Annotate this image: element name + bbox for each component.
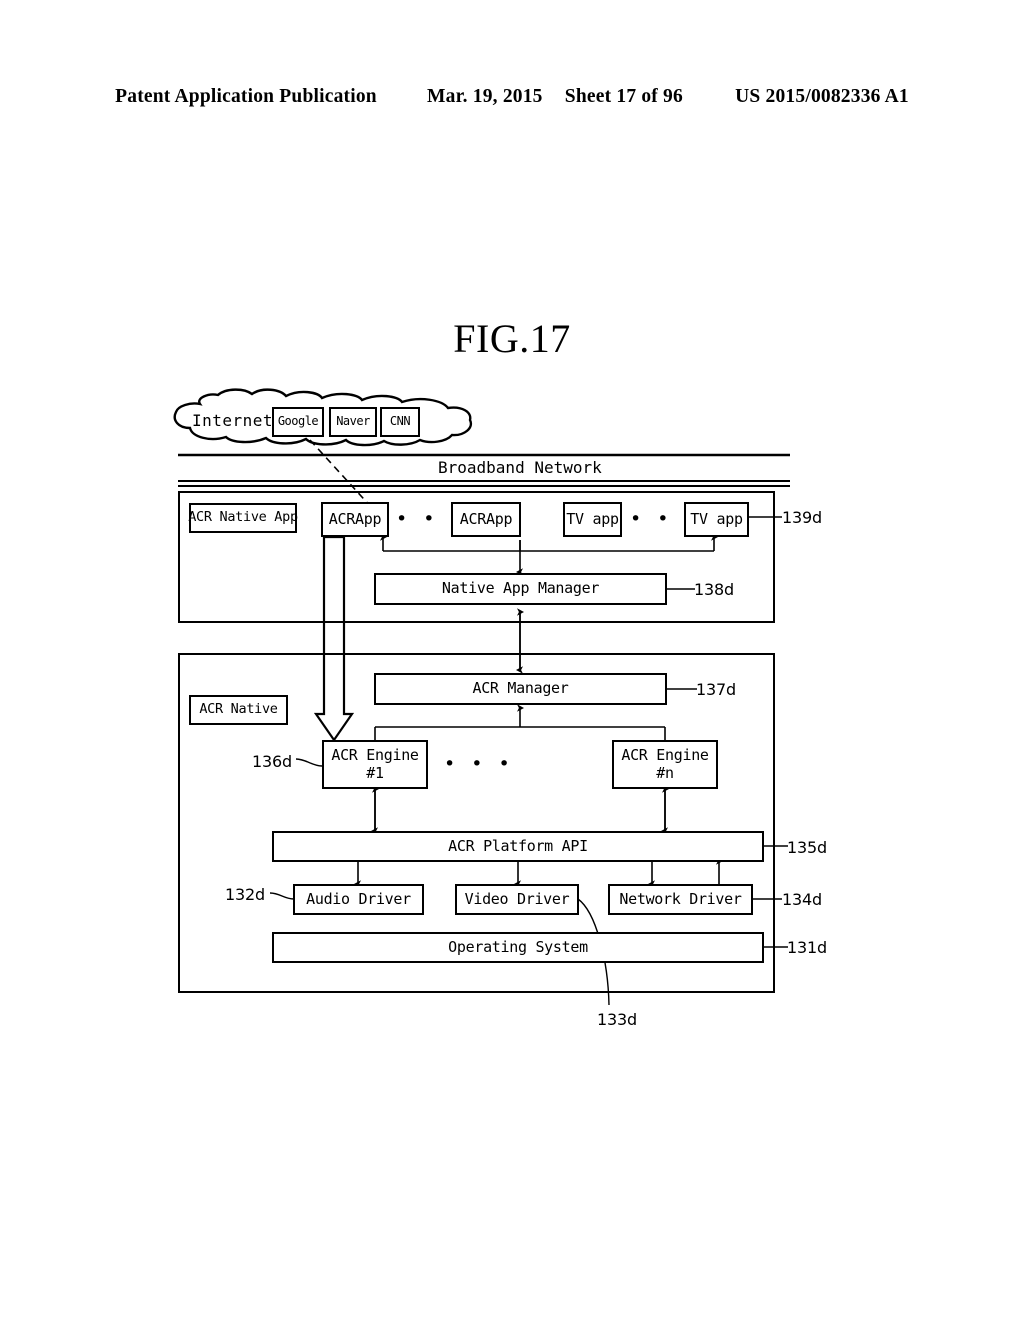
service-box-cnn[interactable]: CNN [380,407,420,437]
acr-manager-box[interactable]: ACR Manager [374,673,667,705]
operating-system-box[interactable]: Operating System [272,932,764,963]
service-box-google[interactable]: Google [272,407,324,437]
ref-135d: 135d [787,838,827,857]
acr-native-app-box[interactable]: ACR Native App [188,503,298,533]
ref-134d: 134d [782,890,822,909]
network-driver-box[interactable]: Network Driver [608,884,753,915]
internet-label: Internet [192,411,274,430]
acrapp-box-n[interactable]: ACRApp [451,502,521,537]
broadband-network-label: Broadband Network [438,458,602,477]
acrapp-box-1[interactable]: ACRApp [321,502,389,537]
ref-139d: 139d [782,508,822,527]
service-box-naver[interactable]: Naver [329,407,377,437]
video-driver-box[interactable]: Video Driver [455,884,579,915]
acr-engine-1-box[interactable]: ACR Engine #1 [322,740,428,789]
acr-platform-api-box[interactable]: ACR Platform API [272,831,764,862]
engine-ellipsis: • • • [444,753,515,775]
ref-138d: 138d [694,580,734,599]
ref-136d: 136d [252,752,292,771]
ref-137d: 137d [696,680,736,699]
acr-engine-n-box[interactable]: ACR Engine #n [612,740,718,789]
native-app-manager-box[interactable]: Native App Manager [374,573,667,605]
ref-133d: 133d [597,1010,637,1029]
acr-native-box[interactable]: ACR Native [189,695,288,725]
tvapp-box-n[interactable]: TV app [684,502,749,537]
audio-driver-box[interactable]: Audio Driver [293,884,424,915]
ref-132d: 132d [225,885,265,904]
ref-131d: 131d [787,938,827,957]
tvapp-box-1[interactable]: TV app [563,502,622,537]
